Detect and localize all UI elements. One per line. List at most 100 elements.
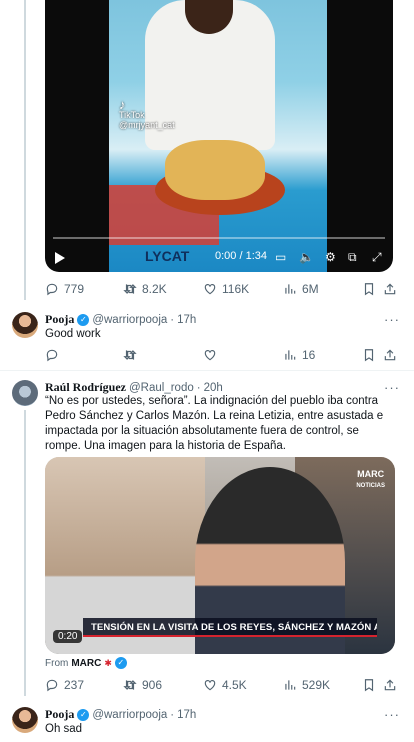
retweet-icon	[123, 680, 137, 690]
tiktok-app-label: TikTok	[119, 110, 145, 120]
play-icon	[55, 252, 65, 264]
views-button[interactable]: 16	[283, 348, 315, 362]
settings-icon[interactable]: ⚙	[325, 250, 336, 264]
author-handle[interactable]: @warriorpooja	[92, 709, 167, 721]
video-caption-banner: TENSIÓN EN LA VISITA DE LOS REYES, SÁNCH…	[83, 618, 377, 637]
like-button[interactable]: 116K	[203, 282, 249, 296]
reply-icon	[46, 679, 58, 692]
tweet-header: Raúl Rodríguez @Raul_rodo · 20h	[45, 380, 223, 395]
thread-line	[24, 0, 26, 300]
views-button[interactable]: 529K	[283, 678, 330, 692]
verified-badge-icon: ✓	[77, 313, 90, 326]
bookmark-icon	[364, 349, 374, 362]
views-count: 6M	[302, 282, 319, 296]
author-name[interactable]: Pooja	[45, 707, 74, 722]
retweet-icon	[123, 284, 137, 294]
thread-line	[24, 410, 26, 696]
retweet-button[interactable]: 906	[123, 678, 162, 692]
tweet-time[interactable]: 17h	[177, 709, 196, 721]
popout-icon[interactable]: ⧉	[348, 250, 357, 264]
author-name[interactable]: Pooja	[45, 312, 74, 327]
retweet-button[interactable]: 8.2K	[123, 282, 167, 296]
views-count: 529K	[302, 678, 331, 692]
from-attribution: From MARC ✱ ✓	[45, 657, 127, 669]
heart-icon	[204, 680, 216, 691]
from-label: From	[45, 657, 69, 669]
bookmark-button[interactable]	[362, 678, 376, 692]
reply-count: 779	[64, 282, 85, 296]
like-count: 4.5K	[222, 678, 247, 692]
share-icon	[384, 679, 396, 691]
reply-icon	[46, 349, 58, 362]
like-button[interactable]: 4.5K	[203, 678, 247, 692]
tweet-text: Good work	[45, 328, 101, 340]
reply-icon	[46, 283, 58, 296]
tweet-header: Pooja ✓ @warriorpooja · 17h	[45, 707, 196, 722]
author-handle[interactable]: @Raul_rodo	[129, 382, 194, 394]
tweet-time[interactable]: 17h	[177, 314, 196, 326]
reply-count: 237	[64, 678, 85, 692]
video-player[interactable]: MARC NOTICIAS TENSIÓN EN LA VISITA DE LO…	[45, 457, 395, 654]
more-options-icon[interactable]: ···	[384, 707, 400, 722]
captions-icon[interactable]: ▭	[275, 250, 286, 264]
author-name[interactable]: Raúl Rodríguez	[45, 380, 126, 395]
more-options-icon[interactable]: ···	[384, 380, 400, 395]
from-source[interactable]: MARC	[71, 658, 101, 669]
separator: ·	[170, 313, 175, 326]
source-logo-icon: ✱	[104, 657, 112, 668]
reply-button[interactable]: 779	[45, 282, 84, 296]
tweet-actions: 779 8.2K 116K 6M	[45, 279, 400, 299]
views-icon	[285, 350, 296, 360]
tweet-actions: 16	[45, 345, 400, 365]
retweet-count: 906	[142, 678, 163, 692]
tweet-header: Pooja ✓ @warriorpooja · 17h	[45, 312, 196, 327]
channel-logo-text: MARC	[357, 469, 385, 479]
avatar[interactable]	[12, 312, 38, 338]
bookmark-icon	[364, 283, 374, 296]
tiktok-handle: @mrjyant_cat	[119, 120, 175, 130]
like-count: 116K	[222, 282, 250, 296]
avatar[interactable]	[12, 380, 38, 406]
reply-button[interactable]: 237	[45, 678, 84, 692]
heart-icon	[204, 350, 216, 361]
bookmark-button[interactable]	[362, 348, 376, 362]
tweet-time[interactable]: 20h	[204, 382, 223, 394]
share-button[interactable]	[383, 282, 397, 296]
separator: ·	[170, 708, 175, 721]
heart-icon	[204, 284, 216, 295]
tweet-text: “No es por ustedes, señora”. La indignac…	[45, 395, 384, 452]
divider	[0, 370, 414, 371]
tiktok-icon: ♪	[119, 97, 126, 112]
verified-badge-icon: ✓	[114, 657, 127, 669]
bookmark-icon	[364, 679, 374, 692]
views-icon	[285, 284, 296, 294]
views-count: 16	[302, 348, 316, 362]
share-button[interactable]	[383, 678, 397, 692]
video-progress-bar[interactable]	[53, 237, 385, 239]
play-button[interactable]	[55, 252, 65, 264]
video-food	[165, 140, 265, 200]
share-icon	[384, 349, 396, 361]
retweet-icon	[123, 350, 137, 360]
separator: ·	[196, 381, 201, 394]
mute-icon[interactable]: 🔈	[299, 250, 314, 264]
like-button[interactable]	[203, 348, 217, 362]
retweet-button[interactable]	[123, 348, 137, 362]
tweet-actions: 237 906 4.5K 529K	[45, 675, 400, 695]
video-brand-text: LYCAT	[145, 248, 190, 264]
video-player[interactable]: LYCAT ♪ TikTok @mrjyant_cat 0:00 / 1:34 …	[45, 0, 393, 272]
share-button[interactable]	[383, 348, 397, 362]
retweet-count: 8.2K	[142, 282, 167, 296]
avatar[interactable]	[12, 707, 38, 733]
bookmark-button[interactable]	[362, 282, 376, 296]
tiktok-watermark: ♪ TikTok @mrjyant_cat	[119, 97, 175, 130]
fullscreen-icon[interactable]: ⤢	[372, 250, 382, 264]
share-icon	[384, 283, 396, 295]
author-handle[interactable]: @warriorpooja	[92, 314, 167, 326]
more-options-icon[interactable]: ···	[384, 312, 400, 327]
verified-badge-icon: ✓	[77, 708, 90, 721]
views-icon	[285, 680, 296, 690]
views-button[interactable]: 6M	[283, 282, 319, 296]
reply-button[interactable]	[45, 348, 59, 362]
video-duration: 0:20	[53, 630, 83, 643]
